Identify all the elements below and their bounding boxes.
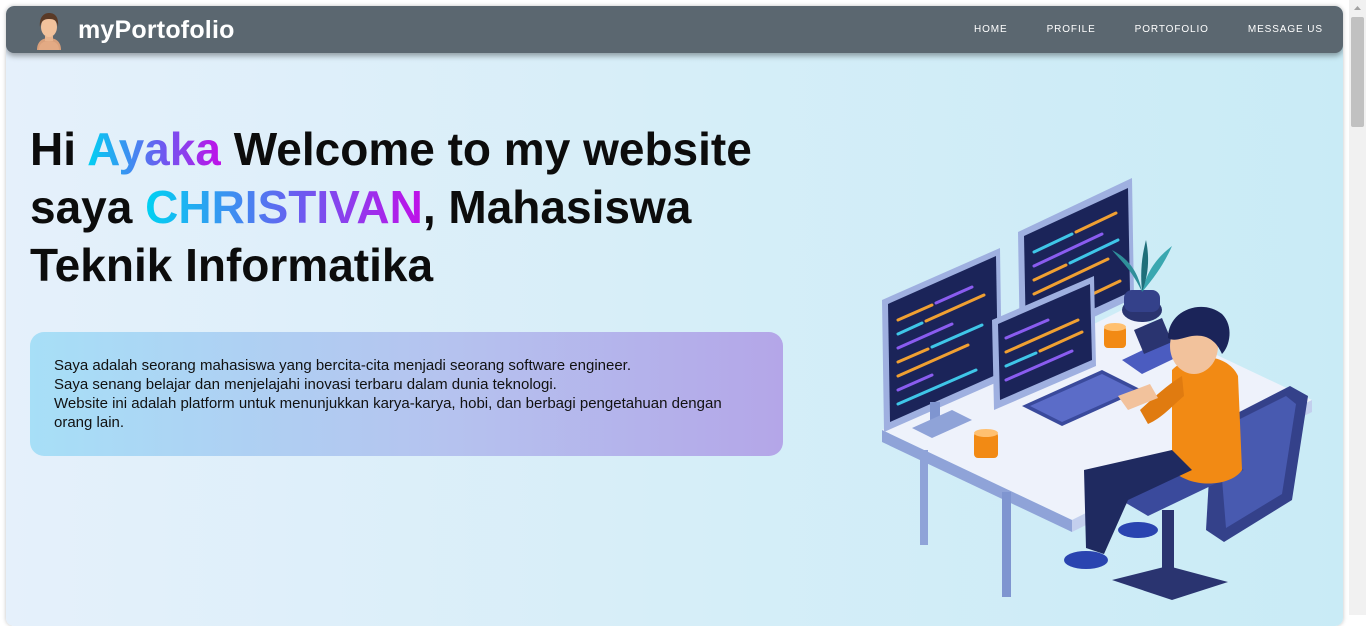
brand-link[interactable]: myPortofolio: [32, 10, 235, 50]
hero-role: , Mahasiswa: [422, 181, 692, 233]
scroll-up-arrow-icon[interactable]: [1349, 0, 1366, 17]
hero-major: Teknik Informatika: [30, 239, 434, 291]
hero-name: Ayaka: [87, 123, 221, 175]
hero-hi: Hi: [30, 123, 76, 175]
developer-illustration: [882, 178, 1312, 600]
nav-home[interactable]: HOME: [974, 24, 1008, 35]
hero-welcome: Welcome to my website: [233, 123, 752, 175]
scrollbar[interactable]: [1349, 0, 1366, 615]
scroll-thumb[interactable]: [1351, 17, 1364, 127]
navbar: myPortofolio HOME PROFILE PORTOFOLIO MES…: [6, 6, 1343, 53]
nav-profile[interactable]: PROFILE: [1047, 24, 1096, 35]
hero-title: Hi Ayaka Welcome to my website saya CHRIS…: [30, 120, 830, 294]
nav-portofolio[interactable]: PORTOFOLIO: [1135, 24, 1209, 35]
about-line-3: Website ini adalah platform untuk menunj…: [54, 395, 722, 431]
nav-message-us[interactable]: MESSAGE US: [1248, 24, 1323, 35]
brand-name: myPortofolio: [78, 15, 235, 44]
page: myPortofolio HOME PROFILE PORTOFOLIO MES…: [6, 6, 1343, 626]
hero-highlight-name: CHRISTIVAN: [145, 181, 423, 233]
avatar-icon: [37, 13, 61, 50]
about-line-2: Saya senang belajar dan menjelajahi inov…: [54, 376, 557, 393]
about-box: Saya adalah seorang mahasiswa yang berci…: [30, 332, 783, 456]
nav-menu: HOME PROFILE PORTOFOLIO MESSAGE US: [935, 6, 1323, 53]
hero-saya: saya: [30, 181, 133, 233]
about-line-1: Saya adalah seorang mahasiswa yang berci…: [54, 357, 632, 374]
